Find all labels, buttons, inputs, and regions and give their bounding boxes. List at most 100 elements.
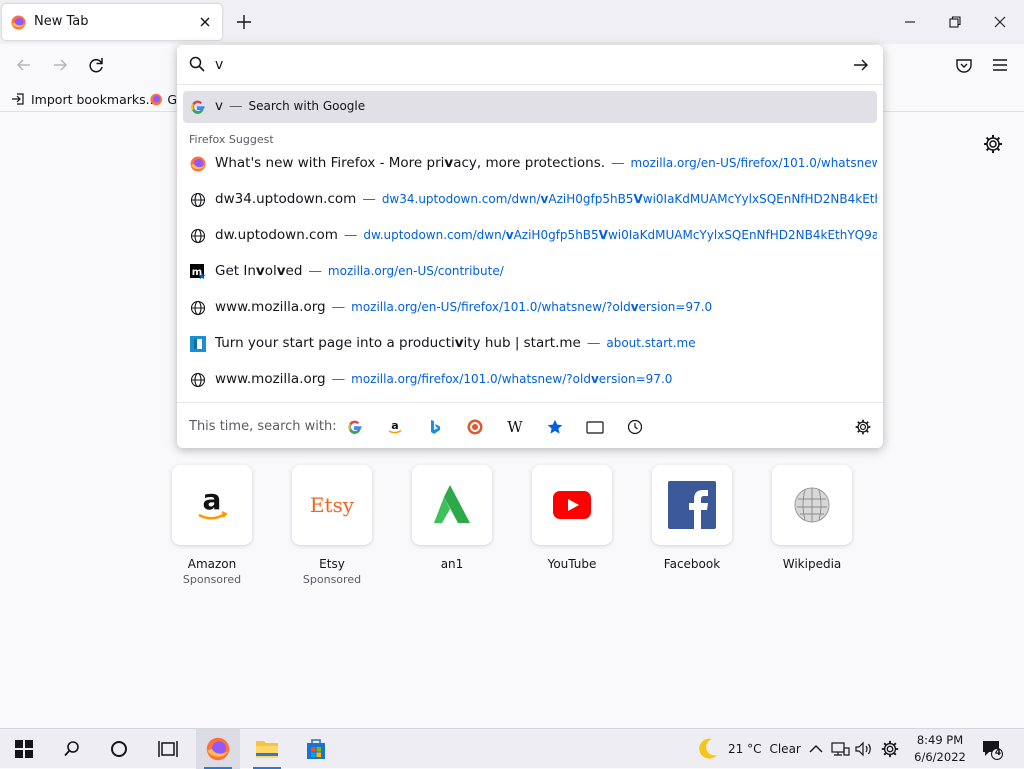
close-tab-icon[interactable] [196, 13, 214, 31]
reload-icon[interactable] [85, 54, 107, 76]
cortana-button[interactable] [97, 729, 141, 769]
globe-icon [190, 228, 206, 244]
mozilla-bookmark-icon: m [190, 264, 206, 280]
globe-icon [190, 300, 206, 316]
suggestion-row[interactable]: www.mozilla.org — mozilla.org/en-US/firefo… [183, 292, 877, 324]
bing-icon[interactable] [425, 417, 445, 437]
etsy-logo-text: Etsy [309, 493, 355, 517]
an1-logo [412, 465, 492, 545]
separator: — [308, 263, 322, 279]
google-icon[interactable] [345, 417, 365, 437]
forward-icon[interactable] [49, 54, 71, 76]
chevron-up-icon[interactable] [806, 739, 826, 759]
restore-icon[interactable] [945, 12, 965, 32]
separator: — [586, 335, 601, 351]
firefox-suggest-heading: Firefox Suggest [189, 133, 274, 146]
task-view-button[interactable] [146, 729, 190, 769]
row-text: Turn your start page into a productivity… [215, 335, 696, 351]
new-tab-icon[interactable] [234, 12, 254, 32]
urlbar-input[interactable] [213, 53, 833, 77]
suggestion-row[interactable]: dw.uptodown.com — dw.uptodown.com/dwn/vAzi… [183, 220, 877, 252]
import-bookmarks-button[interactable]: Import bookmarks... [10, 90, 158, 108]
search-with-google-row[interactable]: v — Search with Google [183, 91, 877, 123]
top-site-wikipedia[interactable]: Wikipedia [772, 465, 852, 571]
top-site-amazon[interactable]: a Amazon Sponsored [172, 465, 252, 586]
top-site-name: Amazon [187, 557, 237, 571]
top-site-facebook[interactable]: Facebook [652, 465, 732, 571]
url-part: ersion=97.0 [638, 300, 713, 314]
suggestion-row[interactable]: www.mozilla.org — mozilla.org/firefox/101.… [183, 364, 877, 396]
menu-icon[interactable] [989, 54, 1011, 76]
title: ity hub | start.me [463, 335, 581, 351]
suggestion-row[interactable]: dw34.uptodown.com — dw34.uptodown.com/dwn/… [183, 184, 877, 216]
separator: — [362, 191, 376, 207]
title-match: v [255, 263, 265, 279]
separator: — [331, 299, 346, 315]
wikipedia-logo [772, 465, 852, 545]
gear-icon[interactable] [982, 133, 1004, 155]
close-window-icon[interactable] [990, 12, 1010, 32]
taskbar-file-explorer[interactable] [245, 729, 289, 769]
separator: — [611, 155, 625, 171]
top-site-etsy[interactable]: Etsy Etsy Sponsored [292, 465, 372, 586]
svg-text:a: a [391, 419, 398, 432]
system-clock[interactable]: 8:49 PM 6/6/2022 [910, 732, 970, 766]
tab-new-tab[interactable]: New Tab [2, 4, 222, 40]
firefox-icon [190, 156, 206, 172]
title: acy, more protections. [453, 155, 606, 171]
history-icon[interactable] [625, 417, 645, 437]
network-icon[interactable] [830, 739, 850, 759]
amazon-icon[interactable]: a [385, 417, 405, 437]
bookmarks-star-icon[interactable] [545, 417, 565, 437]
bookmark-item-partial[interactable]: G [150, 90, 177, 108]
clock-time: 8:49 PM [916, 733, 964, 747]
settings-gear-icon[interactable] [880, 739, 900, 759]
weather-widget[interactable]: 21 °C Clear [694, 729, 801, 769]
row-text: www.mozilla.org — mozilla.org/firefox/101.… [215, 371, 672, 387]
title-match: v [276, 263, 286, 279]
url-part: dw34.uptodown.com/dwn/ [381, 192, 541, 206]
bookmark-item-label: G [167, 91, 177, 107]
facebook-logo [652, 465, 732, 545]
url-match: V [598, 228, 608, 242]
url: about.start.me [606, 336, 696, 350]
top-site-youtube[interactable]: YouTube [532, 465, 612, 571]
top-site-name: an1 [440, 557, 464, 571]
wikipedia-icon[interactable]: W [505, 417, 525, 437]
cortana-icon [111, 741, 127, 757]
minimize-icon[interactable] [900, 12, 920, 32]
search-settings-gear-icon[interactable] [853, 417, 873, 437]
title-match: v [444, 155, 454, 171]
taskbar-microsoft-store[interactable] [294, 729, 338, 769]
row-text: What's new with Firefox - More privacy, … [215, 155, 877, 171]
duckduckgo-icon[interactable] [465, 417, 485, 437]
youtube-logo [532, 465, 612, 545]
action-center-button[interactable]: 4 [981, 738, 1003, 760]
volume-icon[interactable] [854, 739, 874, 759]
taskbar-search-button[interactable] [50, 729, 94, 769]
pocket-icon[interactable] [953, 54, 975, 76]
tabs-icon[interactable] [585, 417, 605, 437]
suggestion-row[interactable]: What's new with Firefox - More privacy, … [183, 148, 877, 180]
taskbar-firefox[interactable] [196, 729, 240, 769]
back-icon[interactable] [13, 54, 35, 76]
separator: — [229, 98, 243, 114]
url-match: v [505, 228, 514, 242]
top-site-an1[interactable]: an1 [412, 465, 492, 571]
row-text: www.mozilla.org — mozilla.org/en-US/firefo… [215, 299, 712, 315]
title: ol [264, 263, 277, 279]
url-part: AziH0gfp5hB5 [513, 228, 599, 242]
title: Turn your start page into a producti [215, 335, 455, 351]
one-off-search-bar: This time, search with: a W [177, 402, 883, 448]
suggestion-row[interactable]: m Get Involved — mozilla.org/en-US/contrib… [183, 256, 877, 288]
suggestion-row[interactable]: Turn your start page into a productivity… [183, 328, 877, 360]
url: mozilla.org/en-US/firefox/101.0/whatsnew… [631, 156, 877, 170]
start-button[interactable] [2, 729, 46, 769]
separator: — [331, 371, 346, 387]
url: mozilla.org/en-US/firefox/101.0/whatsnew… [351, 300, 712, 314]
google-icon [191, 100, 205, 114]
go-arrow-icon[interactable] [851, 55, 871, 75]
url-match: V [633, 192, 643, 206]
import-bookmarks-label: Import bookmarks... [31, 91, 158, 107]
title: dw.uptodown.com [215, 227, 338, 243]
